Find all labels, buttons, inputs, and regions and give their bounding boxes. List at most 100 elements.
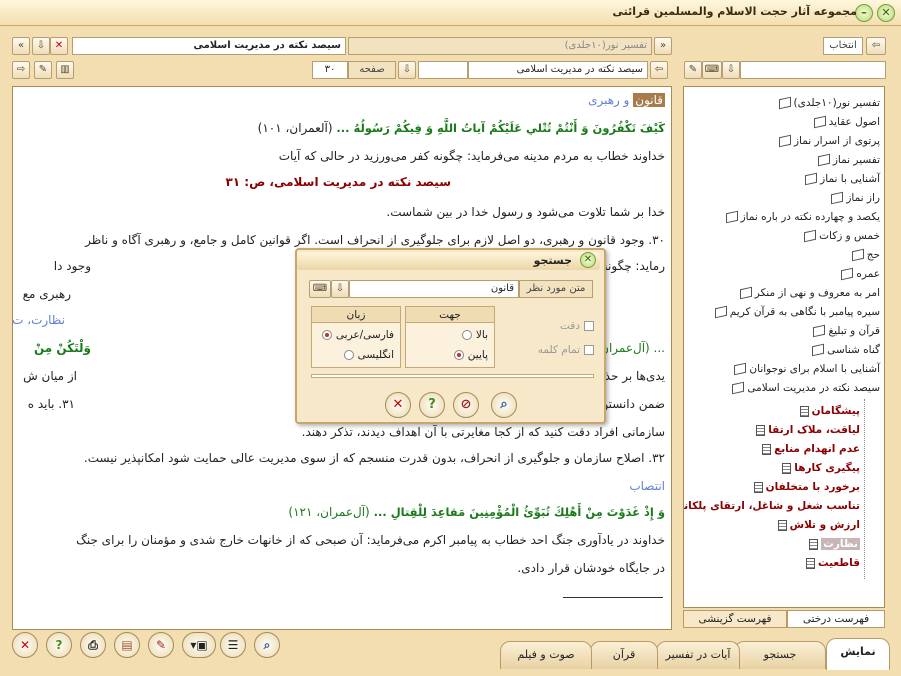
subtree-item[interactable]: تناسب شغل و شاغل، ارتقای پلکانی (684, 500, 860, 512)
subtree-item-selected[interactable]: نظارت (809, 538, 860, 550)
tree-filter-input[interactable] (740, 61, 886, 79)
tab-active[interactable]: سیصد نکته در مدیریت اسلامی (72, 37, 346, 55)
tree-item[interactable]: عمره (841, 267, 880, 281)
page-dropdown-icon[interactable]: ⇩ (398, 61, 416, 79)
dir-down-radio[interactable] (453, 350, 464, 360)
lang-en-option[interactable]: انگلیسی (343, 349, 394, 361)
keyboard-icon[interactable]: ⌨ (702, 61, 722, 79)
tree-item[interactable]: امر به معروف و نهی از منکر (739, 286, 880, 300)
whole-word-checkbox[interactable] (584, 345, 594, 355)
tab-selective-index[interactable]: فهرست گزینشی (683, 610, 787, 628)
tree-item-open[interactable]: سیصد نکته در مدیریت اسلامی (732, 381, 880, 395)
tree-item[interactable]: آشنایی با اسلام برای نوجوانان (734, 362, 880, 376)
tree-item[interactable]: قرآن و تبلیغ (813, 324, 880, 338)
tree-item[interactable]: پرتوی از اسرار نماز (778, 134, 880, 148)
edit-icon[interactable]: ✎ (148, 632, 174, 658)
subtree-item[interactable]: قاطعیت (805, 557, 860, 569)
book-icon (812, 343, 825, 357)
progress-bar (311, 374, 594, 378)
filter-dropdown-icon[interactable]: ⇩ (722, 61, 740, 79)
close-window-button[interactable]: ✕ (877, 4, 895, 22)
subtree-item[interactable]: پیگیری کارها (782, 462, 860, 474)
tree-item-label: گناه شناسی (827, 344, 880, 356)
subtree-item[interactable]: برخورد با متخلفان (753, 481, 860, 493)
lang-fa-option[interactable]: فارسی/عربی (321, 329, 394, 341)
search-input[interactable]: قانون (349, 280, 519, 298)
lang-fa-radio[interactable] (321, 330, 332, 340)
tab-audio-video[interactable]: صوت و فیلم (500, 641, 592, 669)
clear-search-icon[interactable]: ⊘ (453, 392, 479, 418)
subtree-item[interactable]: عدم انهدام منابع (762, 443, 860, 455)
book-field[interactable]: سیصد نکته در مدیریت اسلامی (468, 61, 648, 79)
next-arrow-icon[interactable]: ⇨ (12, 61, 30, 79)
tree-item[interactable]: اصول عقاید (813, 115, 880, 129)
tree-item[interactable]: یکصد و چهارده نکته در باره نماز (725, 210, 880, 224)
dialog-close-icon[interactable]: ✕ (580, 252, 596, 268)
tab-display[interactable]: نمایش (826, 638, 890, 670)
tab-quran[interactable]: قرآن (590, 641, 658, 669)
keyboard-icon[interactable]: ⌨ (309, 280, 331, 298)
page-icon (782, 462, 792, 474)
tree-item-label: پیشگامان (811, 405, 860, 417)
dir-down-option[interactable]: پایین (453, 349, 488, 361)
search-icon[interactable]: ⌕ (491, 392, 517, 418)
accuracy-option[interactable]: دقت (560, 320, 594, 332)
prev-arrow-icon[interactable]: ⇦ (650, 61, 668, 79)
wrench-icon[interactable]: ✎ (34, 61, 52, 79)
tree-item-label: آشنایی با نماز (820, 173, 880, 185)
wrench-icon[interactable]: ✎ (684, 61, 702, 79)
bookmark-dropdown-icon[interactable]: ▾▣ (182, 632, 216, 658)
list-icon[interactable]: ☰ (220, 632, 246, 658)
ayah-3: وَ إِذْ غَدَوْتَ مِنْ أَهْلِكَ تُبَوِّئُ… (288, 505, 665, 519)
dir-up-radio[interactable] (461, 330, 472, 340)
notes-icon[interactable]: ▤ (114, 632, 140, 658)
cancel-icon[interactable]: ✕ (385, 392, 411, 418)
close-tab-icon[interactable]: ✕ (50, 37, 68, 55)
tree-item[interactable]: آشنایی با نماز (805, 172, 880, 186)
tree-item[interactable]: سیره پیامبر با نگاهی به قرآن کریم (714, 305, 880, 319)
tree-view[interactable]: تفسیر نور(۱۰جلدی) اصول عقاید پرتوی از اس… (683, 86, 885, 608)
dir-up-option[interactable]: بالا (461, 329, 488, 341)
tree-item-label: پیگیری کارها (794, 462, 860, 474)
back-arrow-icon[interactable]: ⇦ (866, 37, 886, 55)
text-line: خداوند خطاب به مردم مدینه می‌فرماید: چگو… (278, 149, 665, 163)
section-field[interactable] (418, 61, 468, 79)
history-dropdown-icon[interactable]: ⇩ (331, 280, 349, 298)
tree-item[interactable]: گناه شناسی (812, 343, 880, 357)
tree-item[interactable]: تفسیر نور(۱۰جلدی) (778, 96, 880, 110)
page-icon (805, 557, 815, 569)
tree-item-label: آشنایی با اسلام برای نوجوانان (749, 363, 880, 375)
subtree-item[interactable]: لیاقت، ملاک ارتقا (756, 424, 860, 436)
tree-item[interactable]: حج (851, 248, 880, 262)
tab-inactive[interactable]: تفسیر نور(۱۰جلدی) (348, 37, 652, 55)
lang-en-radio[interactable] (343, 350, 354, 360)
print-icon[interactable]: ⎙ (80, 632, 106, 658)
tab-search[interactable]: جستجو (734, 641, 826, 669)
page-input[interactable]: ۳۰ (312, 61, 348, 79)
subtree-item[interactable]: پیشگامان (799, 405, 860, 417)
tree-item[interactable]: راز نماز (831, 191, 880, 205)
help-icon[interactable]: ? (419, 392, 445, 418)
minimize-window-button[interactable]: – (855, 4, 873, 22)
tree-item-label: عمره (856, 268, 880, 280)
book-icon (817, 153, 830, 167)
tab-tree-index[interactable]: فهرست درختی (787, 610, 885, 628)
close-icon[interactable]: ✕ (12, 632, 38, 658)
tree-item[interactable]: تفسیر نماز (817, 153, 880, 167)
accuracy-checkbox[interactable] (584, 321, 594, 331)
subtree-item[interactable]: ارزش و تلاش (777, 519, 860, 531)
search-icon[interactable]: ⌕ (254, 632, 280, 658)
whole-word-option[interactable]: تمام کلمه (538, 344, 594, 356)
help-icon[interactable]: ? (46, 632, 72, 658)
ayah-1-text: كَيْفَ تَكْفُرُونَ وَ أَنْتُمْ تُتْلي عَ… (336, 121, 665, 135)
scroll-left-icon[interactable]: « (12, 37, 30, 55)
ayah-2-text: وَلْتَكُنْ مِنْ (33, 341, 91, 355)
book-view-icon[interactable]: ▥ (56, 61, 74, 79)
select-button[interactable]: انتخاب (823, 37, 863, 55)
tree-item[interactable]: خمس و زکات (804, 229, 880, 243)
book-icon (725, 210, 738, 224)
scroll-right-icon[interactable]: » (654, 37, 672, 55)
move-down-icon[interactable]: ⇩ (32, 37, 50, 55)
tab-verses-in-tafsir[interactable]: آیات در تفسیر (656, 641, 740, 669)
tree-item-label: عدم انهدام منابع (774, 443, 860, 455)
